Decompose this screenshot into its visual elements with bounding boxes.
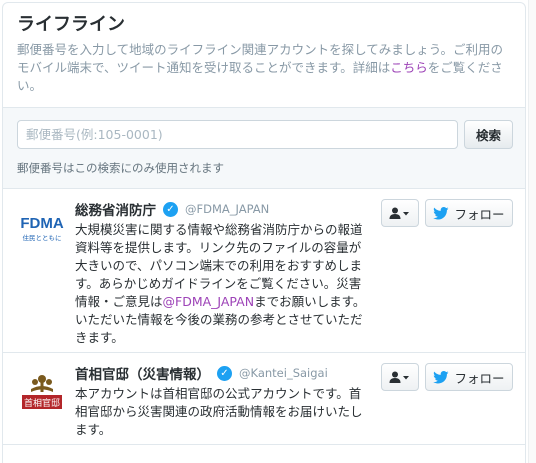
- avatar[interactable]: FDMA 住民とともに: [19, 203, 65, 249]
- module-description: 郵便番号を入力して地域のライフライン関連アカウントを探してみましょう。ご利用のモ…: [17, 41, 513, 95]
- account-screen-name[interactable]: @FDMA_JAPAN: [185, 202, 269, 216]
- page-scrollbar[interactable]: [528, 0, 536, 463]
- user-dropdown-button[interactable]: [381, 199, 419, 227]
- kantei-logo-icon: 首相官邸: [19, 367, 65, 413]
- fdma-logo-subtext: 住民とともに: [23, 233, 62, 242]
- follow-button-label: フォロー: [454, 206, 505, 222]
- follow-button[interactable]: フォロー: [425, 199, 513, 227]
- kantei-logo-text: 首相官邸: [24, 397, 60, 409]
- account-name[interactable]: 首相官邸（災害情報）: [75, 363, 210, 383]
- account-name[interactable]: 総務省消防庁: [75, 199, 156, 219]
- postal-code-input[interactable]: [17, 120, 459, 149]
- module-header: ライフライン 郵便番号を入力して地域のライフライン関連アカウントを探してみましょ…: [3, 3, 525, 107]
- fdma-logo-icon: FDMA 住民とともに: [19, 203, 65, 249]
- avatar[interactable]: 首相官邸: [19, 367, 65, 413]
- account-item[interactable]: 首相官邸 首相官邸（災害情報） ✓ @Kantei_Saigai 本アカウントは…: [3, 353, 525, 445]
- fdma-logo-text: FDMA: [20, 215, 63, 232]
- lifeline-module: ライフライン 郵便番号を入力して地域のライフライン関連アカウントを探してみましょ…: [2, 2, 526, 463]
- account-actions: フォロー: [381, 199, 513, 227]
- module-title: ライフライン: [17, 14, 125, 35]
- details-link[interactable]: こちら: [390, 60, 428, 75]
- user-dropdown-icon: [389, 371, 409, 383]
- account-bio: 大規模災害に関する情報や総務省消防庁からの報道資料等を提供します。リンク先のファ…: [75, 221, 371, 347]
- verified-badge-icon: ✓: [217, 365, 232, 381]
- postal-search: 検索 郵便番号はこの検索にのみ使用されます: [3, 107, 525, 189]
- follow-button[interactable]: フォロー: [425, 363, 513, 391]
- user-dropdown-button[interactable]: [381, 363, 419, 391]
- verified-badge-icon: ✓: [163, 201, 178, 217]
- search-note: 郵便番号はこの検索にのみ使用されます: [17, 161, 224, 175]
- user-dropdown-icon: [389, 207, 409, 219]
- twitter-bird-icon: [433, 370, 450, 383]
- account-screen-name[interactable]: @Kantei_Saigai: [239, 366, 328, 380]
- account-item[interactable]: FDMA 住民とともに 総務省消防庁 ✓ @FDMA_JAPAN 大規模災害に関…: [3, 189, 525, 353]
- search-button[interactable]: 検索: [464, 120, 513, 149]
- bio-mention-link[interactable]: @FDMA_JAPAN: [163, 294, 255, 309]
- twitter-bird-icon: [433, 206, 450, 219]
- account-bio: 本アカウントは首相官邸の公式アカウントです。首相官邸から災害関連の政府活動情報を…: [75, 386, 363, 437]
- follow-button-label: フォロー: [454, 370, 505, 386]
- account-actions: フォロー: [381, 363, 513, 391]
